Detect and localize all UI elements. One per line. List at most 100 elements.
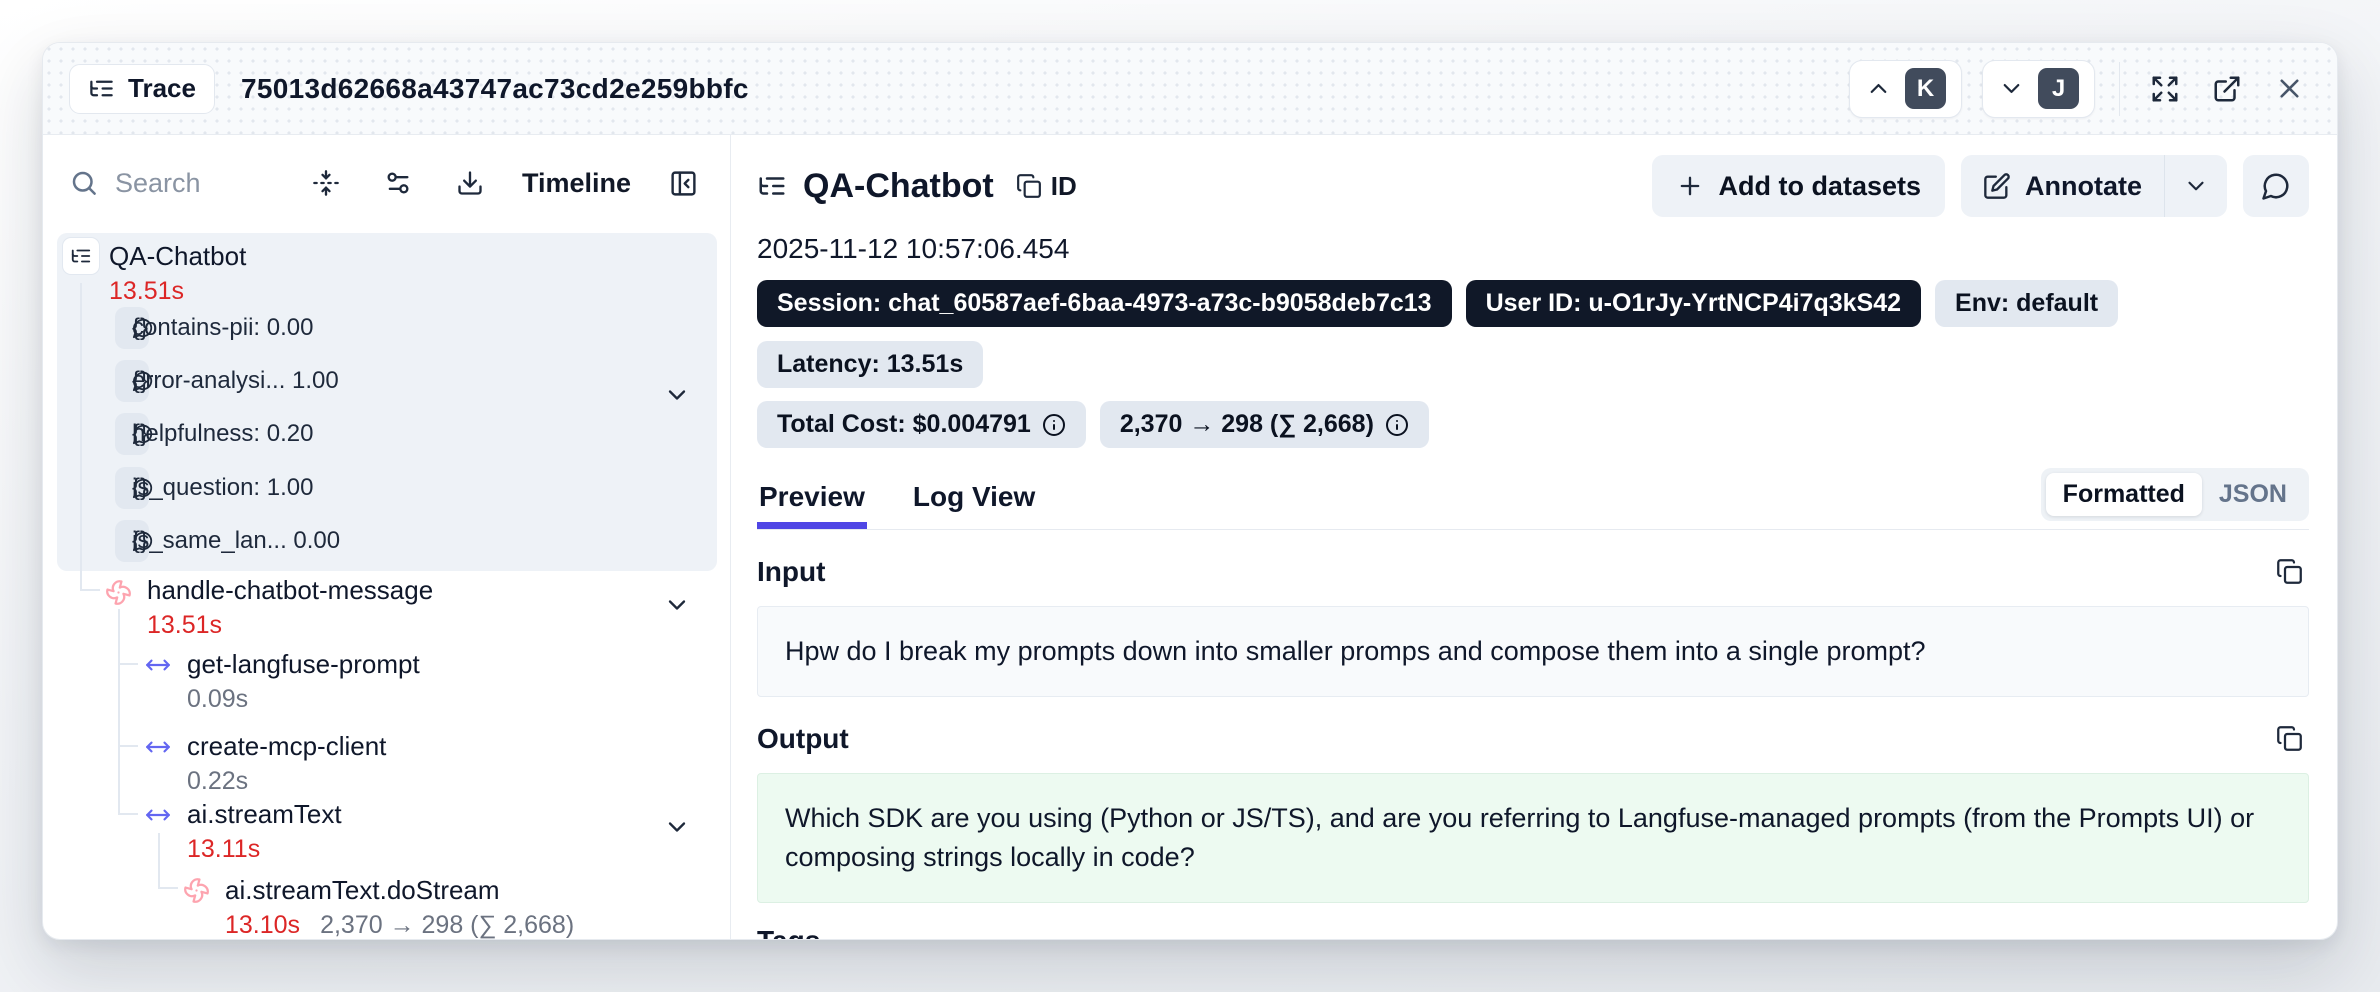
close-button[interactable] (2268, 67, 2311, 110)
copy-output-button[interactable] (2270, 719, 2309, 758)
tree-node-duration: 13.51s (109, 277, 184, 306)
tree-node-duration: 13.10s (225, 911, 300, 940)
download-icon (456, 169, 484, 197)
tree-node-duration: 0.09s (187, 685, 248, 714)
input-content: Hpw do I break my prompts down into smal… (757, 606, 2309, 697)
env-badge: Env: default (1935, 280, 2118, 327)
score-text: is_question: 1.00 (132, 474, 313, 502)
tree-node-label[interactable]: create-mcp-client (187, 731, 386, 762)
span-fan-icon (183, 877, 210, 904)
score-metadata: {} (132, 527, 148, 555)
kbd-k: K (1905, 68, 1946, 109)
latency-badge: Latency: 13.51s (757, 341, 983, 388)
tree-node-duration: 0.22s (187, 767, 248, 796)
copy-icon (2276, 558, 2303, 585)
trace-tree-panel: Search Timeline (43, 135, 731, 939)
tree-connector (118, 609, 120, 815)
span-arrows-icon (145, 734, 171, 760)
score-badge[interactable]: contains-pii: 0.00 {} (115, 307, 149, 349)
token-usage-label: 2,370 → 298 (∑ 2,668) (1120, 410, 1374, 439)
tab-log-view[interactable]: Log View (911, 473, 1037, 529)
session-badge[interactable]: Session: chat_60587aef-6baa-4973-a73c-b9… (757, 280, 1452, 327)
tree-node-duration: 13.11s (187, 835, 260, 864)
tab-preview[interactable]: Preview (757, 473, 867, 529)
list-tree-icon (757, 171, 787, 201)
trace-type-badge: Trace (69, 64, 215, 114)
edit-icon (1983, 172, 2011, 200)
tree-node-label[interactable]: get-langfuse-prompt (187, 649, 420, 680)
timeline-toggle[interactable]: Timeline (522, 168, 631, 199)
trace-tree: QA-Chatbot 13.51s contains-pii: 0.00 {} … (43, 231, 730, 939)
info-icon (1042, 413, 1066, 437)
span-fan-icon (105, 579, 132, 606)
total-cost-badge[interactable]: Total Cost: $0.004791 (757, 401, 1086, 448)
plus-icon (1676, 172, 1704, 200)
add-to-datasets-label: Add to datasets (1718, 171, 1921, 202)
tree-toolbar: Search Timeline (43, 135, 730, 231)
copy-icon (2276, 725, 2303, 752)
tree-connector (158, 833, 160, 889)
copy-icon (1016, 173, 1042, 199)
preview-content: Input Hpw do I break my prompts down int… (757, 530, 2309, 939)
trace-peek-dialog: Trace 75013d62668a43747ac73cd2e259bbfc K… (42, 42, 2338, 940)
input-section-title: Input (757, 556, 825, 588)
token-usage-badge[interactable]: 2,370 → 298 (∑ 2,668) (1100, 401, 1429, 448)
chevron-up-icon (1865, 75, 1892, 102)
format-option-json[interactable]: JSON (2202, 473, 2304, 516)
download-button[interactable] (450, 163, 490, 203)
collapse-node-chevron[interactable] (663, 813, 691, 841)
info-icon (1385, 413, 1409, 437)
comment-icon (2261, 171, 2291, 201)
collapse-panel-button[interactable] (663, 163, 704, 204)
score-badge[interactable]: is_same_lan... 0.00 {} (115, 520, 149, 562)
collapse-root-chevron[interactable] (663, 381, 691, 409)
annotate-button[interactable]: Annotate (1961, 155, 2164, 217)
tree-node-duration: 13.51s (147, 611, 222, 640)
kbd-j: J (2038, 68, 2079, 109)
tree-node-label[interactable]: QA-Chatbot (109, 241, 246, 272)
fold-vertical-icon (312, 169, 340, 197)
next-trace-button[interactable]: J (1982, 60, 2095, 118)
tree-connector (80, 589, 100, 591)
search-input[interactable]: Search (69, 168, 306, 199)
annotate-split-button: Annotate (1961, 155, 2227, 217)
copy-id-chip[interactable]: ID (1016, 171, 1077, 202)
tree-connector (118, 663, 138, 665)
add-to-datasets-button[interactable]: Add to datasets (1652, 155, 1945, 217)
collapse-all-button[interactable] (306, 163, 346, 203)
score-text: helpfulness: 0.20 (132, 420, 313, 448)
user-id-badge[interactable]: User ID: u-O1rJy-YrtNCP4i7q3kS42 (1466, 280, 1921, 327)
annotate-label: Annotate (2025, 171, 2142, 202)
annotate-dropdown-button[interactable] (2164, 155, 2227, 217)
collapse-node-chevron[interactable] (663, 591, 691, 619)
sliders-icon (384, 169, 412, 197)
tree-node-label[interactable]: ai.streamText (187, 799, 342, 830)
dialog-header-actions: K J (1849, 60, 2311, 118)
chevron-down-icon (1998, 75, 2025, 102)
score-badge[interactable]: helpfulness: 0.20 {} (115, 413, 149, 455)
score-text: error-analysi... 1.00 (132, 367, 339, 395)
external-link-icon (2212, 74, 2242, 104)
close-icon (2274, 73, 2305, 104)
open-in-new-window-button[interactable] (2206, 68, 2248, 110)
format-option-formatted[interactable]: Formatted (2046, 473, 2202, 516)
search-placeholder: Search (115, 168, 201, 199)
tree-node-label[interactable]: handle-chatbot-message (147, 575, 433, 606)
expand-button[interactable] (2144, 68, 2186, 110)
score-badge[interactable]: error-analysi... 1.00 {} (115, 360, 149, 402)
comments-button[interactable] (2243, 155, 2309, 217)
tree-settings-button[interactable] (378, 163, 418, 203)
id-chip-label: ID (1051, 171, 1077, 202)
tags-section-title: Tags (757, 925, 820, 939)
copy-input-button[interactable] (2270, 552, 2309, 591)
tree-connector (118, 813, 138, 815)
score-metadata: {} (132, 314, 148, 342)
search-icon (69, 168, 99, 198)
root-node-icon-badge (62, 237, 100, 275)
score-badge[interactable]: is_question: 1.00 {} (115, 467, 149, 509)
list-tree-icon (88, 75, 115, 102)
expand-icon (2150, 74, 2180, 104)
tree-node-label[interactable]: ai.streamText.doStream (225, 875, 500, 906)
prev-trace-button[interactable]: K (1849, 60, 1962, 118)
tree-connector (80, 283, 82, 589)
